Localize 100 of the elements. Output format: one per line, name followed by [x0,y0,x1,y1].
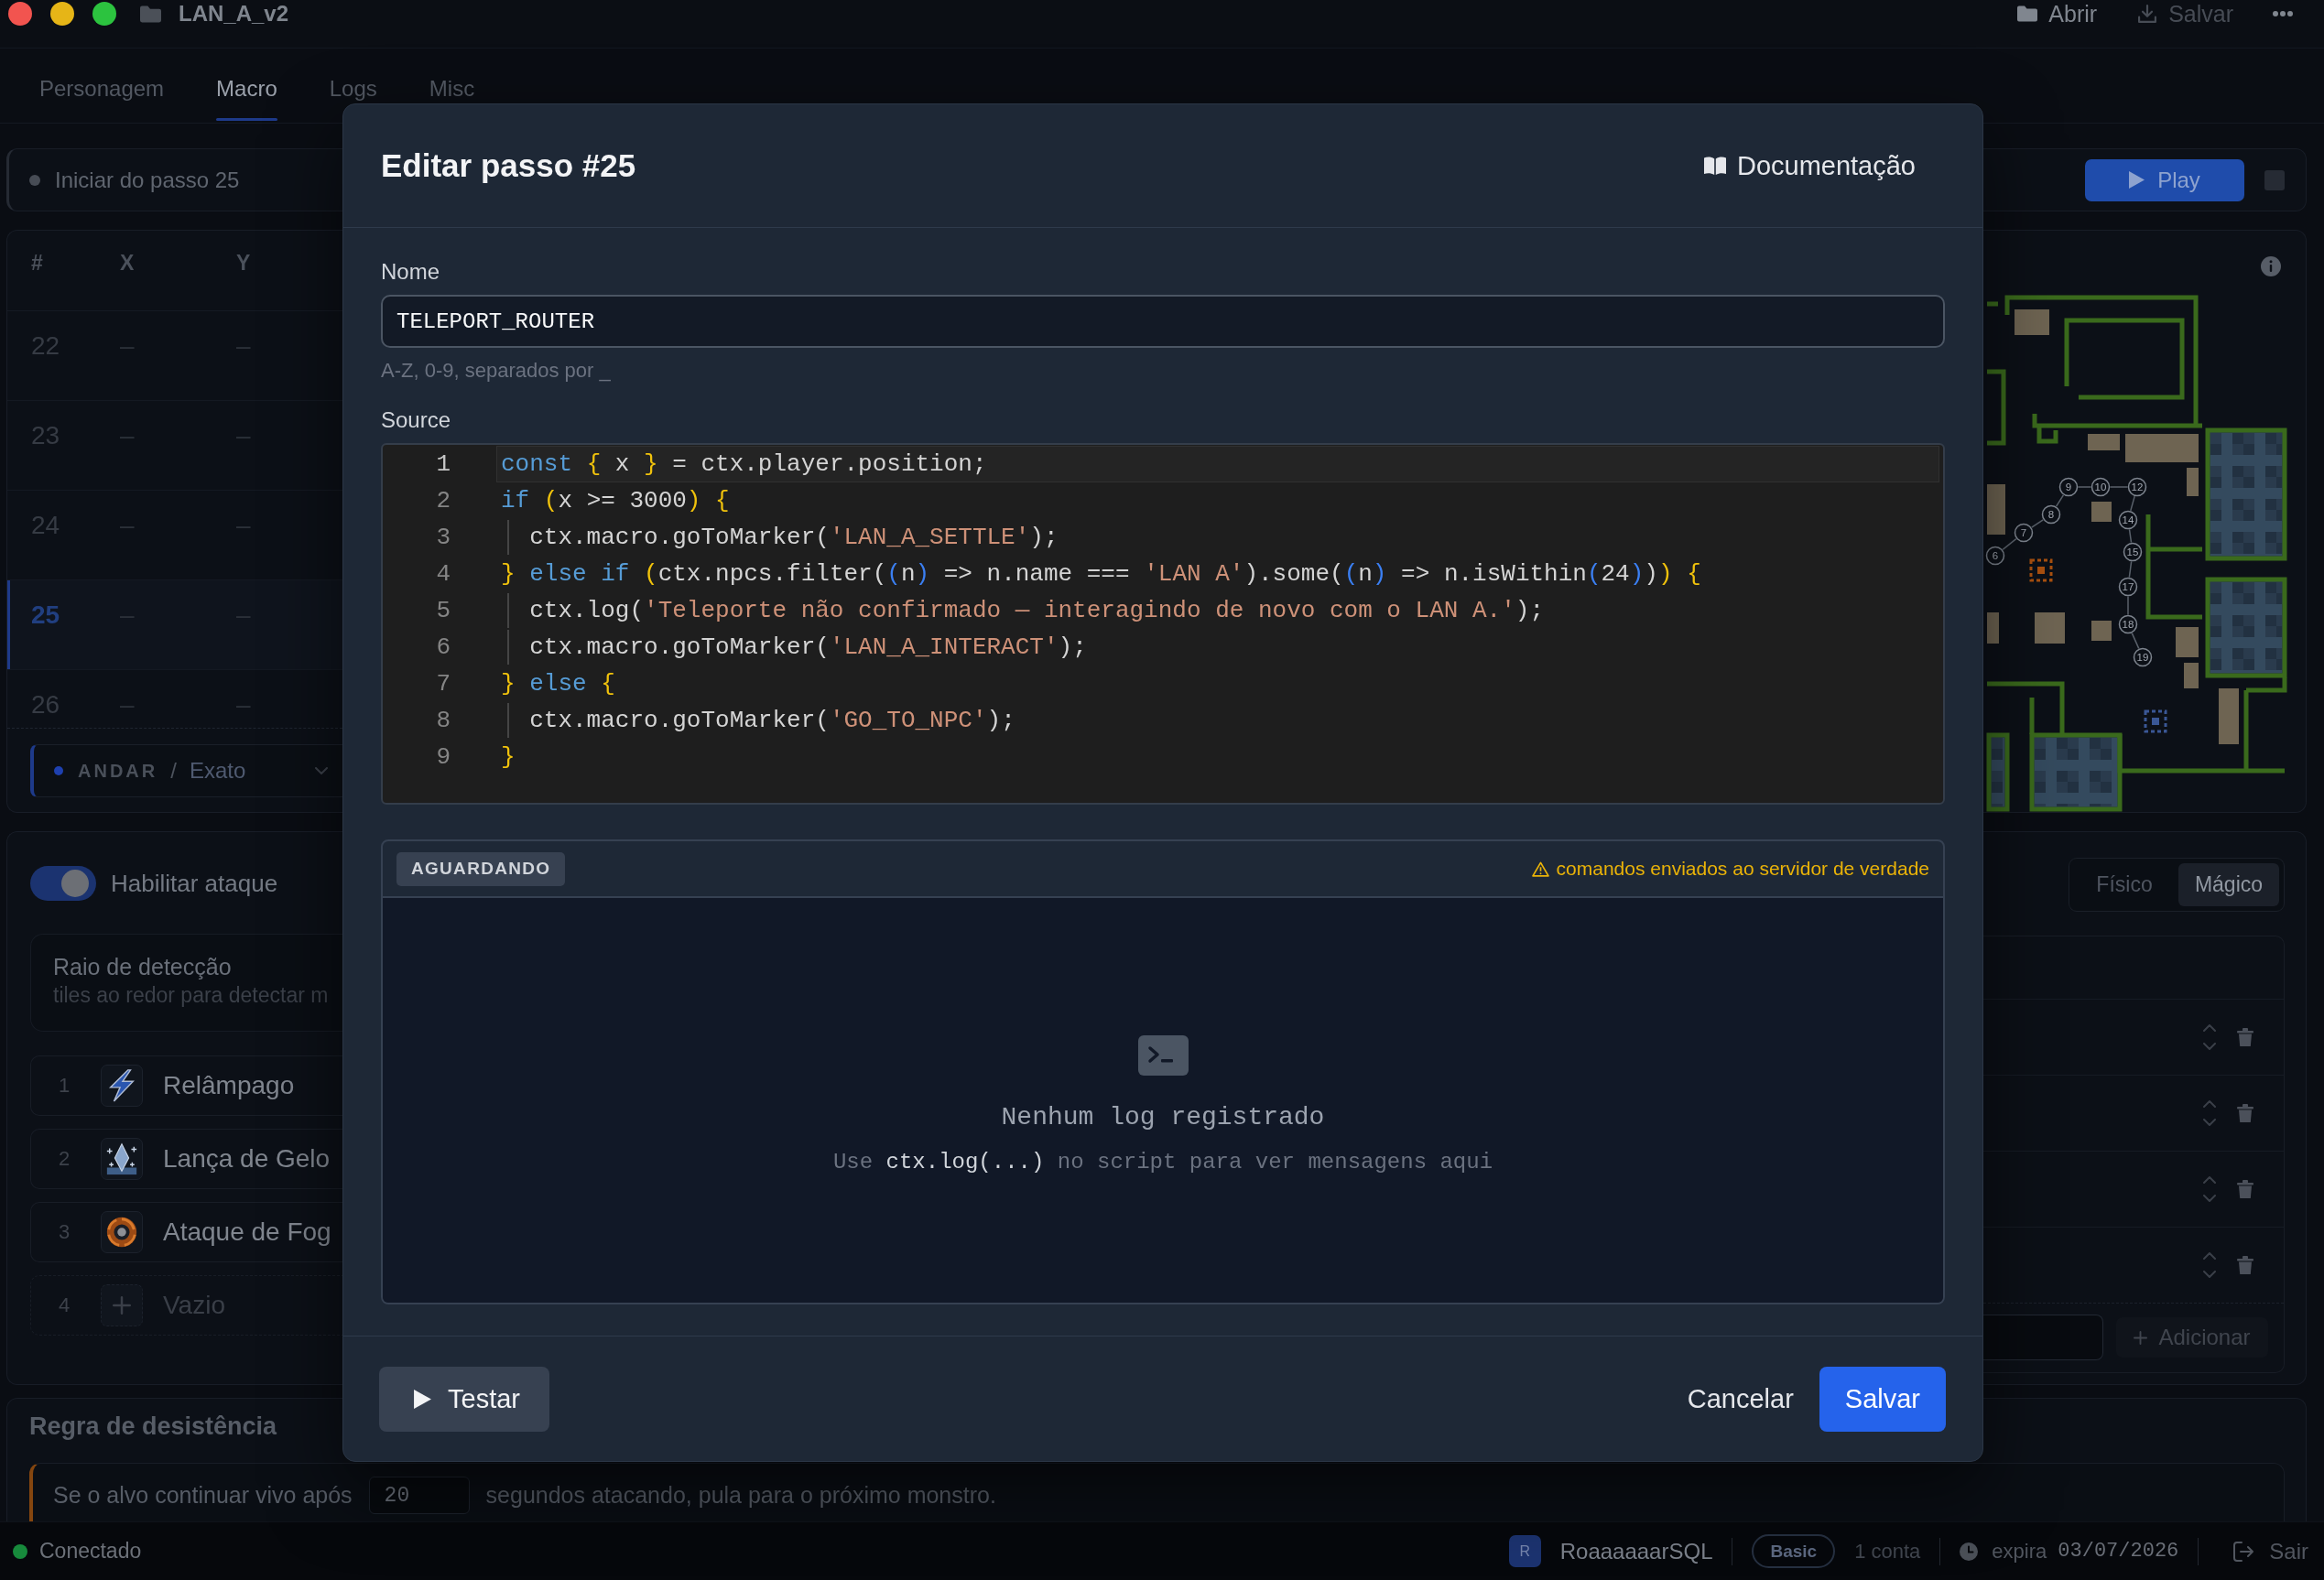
waypoint-marker[interactable]: 12 [2127,477,2147,497]
input-field[interactable] [1983,1315,2103,1360]
waypoint-marker[interactable]: 18 [2118,614,2138,634]
seconds-input[interactable]: 20 [368,1477,470,1514]
field-label: Nome [381,258,440,286]
plus-icon[interactable] [101,1284,143,1326]
play-icon [2129,171,2145,189]
minimize-button[interactable] [50,2,74,26]
building-block [2014,309,2049,335]
segment-option[interactable]: Mágico [2178,863,2279,906]
table-cell: – [236,510,251,541]
waypoint-marker[interactable]: 19 [2133,647,2153,667]
start-step-label: Iniciar do passo 25 [55,167,240,193]
plus-icon [2134,1330,2148,1345]
target-marker-icon [2029,558,2053,582]
status-badge: AGUARDANDO [396,851,566,886]
stop-button[interactable] [2264,169,2285,190]
building-block [2091,502,2112,522]
target-marker-icon [2144,709,2167,733]
chevron-up-icon[interactable] [2203,1100,2216,1108]
code-line: } else { [501,669,615,699]
chevron-down-icon[interactable] [2203,1119,2216,1126]
name-input[interactable]: TELEPORT_ROUTER [381,295,1945,348]
table-cell: – [120,689,135,720]
building-block [2184,663,2199,688]
chevron-up-icon[interactable] [2203,1176,2216,1184]
logout-button[interactable]: Sair [2218,1538,2308,1564]
line-number: 7 [436,669,451,699]
zoom-button[interactable] [92,2,116,26]
clock-icon [1960,1542,1979,1561]
chevron-down-icon[interactable] [2203,1195,2216,1202]
connection-status: Conectado [39,1539,142,1564]
play-button[interactable]: Play [2085,158,2244,201]
book-icon [1703,157,1726,175]
chevron-down-icon[interactable] [2203,1271,2216,1278]
warning-icon [1531,860,1549,877]
trash-icon[interactable] [2237,1180,2253,1198]
cancel-button[interactable]: Cancelar [1661,1366,1819,1432]
waypoint-marker[interactable]: 10 [2091,477,2111,497]
code-line: } [501,742,516,773]
avatar[interactable]: R [1508,1535,1541,1567]
table-cell: – [236,420,251,451]
code-editor[interactable] [381,443,1945,805]
test-button[interactable]: Testar [379,1366,549,1432]
plan-badge: Basic [1752,1534,1836,1568]
spell-name: Ataque de Fog [163,1217,331,1247]
more-icon[interactable] [2273,11,2293,16]
table-cell: – [120,330,135,362]
trash-icon[interactable] [2237,1028,2253,1046]
rule-text: segundos atacando, pula para o próximo monstro. [485,1481,996,1510]
info-icon[interactable] [2261,256,2281,276]
column-header: Y [236,251,251,275]
download-icon [2137,5,2158,23]
rule-text: Se o alvo continuar vivo após [53,1481,353,1510]
waypoint-marker[interactable]: 8 [2041,504,2061,525]
waypoint-marker[interactable]: 9 [2058,477,2079,497]
line-number: 2 [436,486,451,516]
line-number: 5 [436,596,451,626]
tab[interactable]: Personagem [39,74,165,103]
setting-label: Raio de detecção [53,953,232,980]
field-label: Source [381,406,451,434]
building-block [2035,612,2065,644]
window-title: LAN_A_v2 [179,1,289,27]
waypoint-marker[interactable]: 17 [2118,577,2138,597]
chevron-up-icon[interactable] [2203,1024,2216,1032]
trash-icon[interactable] [2237,1256,2253,1274]
tab[interactable]: Macro [216,74,277,103]
line-number: 9 [436,742,451,773]
waypoint-marker[interactable]: 7 [2014,523,2034,543]
step-type-label: ANDAR [78,760,158,782]
vortex-icon [101,1211,143,1253]
step-mode-label: Exato [189,758,246,784]
waypoint-marker[interactable]: 15 [2123,542,2143,562]
table-cell: – [120,510,135,541]
dialog-title: Editar passo #25 [381,147,636,184]
spell-name: Relâmpago [163,1071,295,1100]
attack-toggle[interactable] [30,866,96,901]
spell-name: Lança de Gelo [163,1144,331,1174]
documentation-link[interactable]: Documentação [1703,150,1916,181]
table-cell: – [120,420,135,451]
table-cell: – [236,689,251,720]
code-line: ctx.macro.goToMarker('LAN_A_INTERACT'); [501,630,1087,665]
terminal-icon [1137,1035,1189,1076]
code-line: ctx.macro.goToMarker('LAN_A_SETTLE'); [501,520,1059,555]
save-button[interactable]: Salvar [1819,1366,1946,1432]
empty-state-title: Nenhum log registrado [1001,1102,1325,1133]
building-block [2219,688,2239,744]
code-line: if (x >= 3000) { [501,486,730,516]
waypoint-marker[interactable]: 6 [1985,546,2005,566]
waypoint-marker[interactable]: 14 [2118,510,2138,530]
step-type-dropdown[interactable]: ANDAR / Exato [30,744,342,797]
building-block [2187,468,2199,496]
table-cell: – [236,330,251,362]
close-button[interactable] [8,2,32,26]
building-block [1987,612,1999,644]
code-line: } else if (ctx.npcs.filter((n) => n.name === 'LAN A').some((n) => n.isWithin(24))) { [501,559,1701,590]
chevron-up-icon[interactable] [2203,1252,2216,1260]
open-button[interactable]: Abrir [2017,0,2098,27]
trash-icon[interactable] [2237,1104,2253,1122]
chevron-down-icon[interactable] [2203,1043,2216,1050]
